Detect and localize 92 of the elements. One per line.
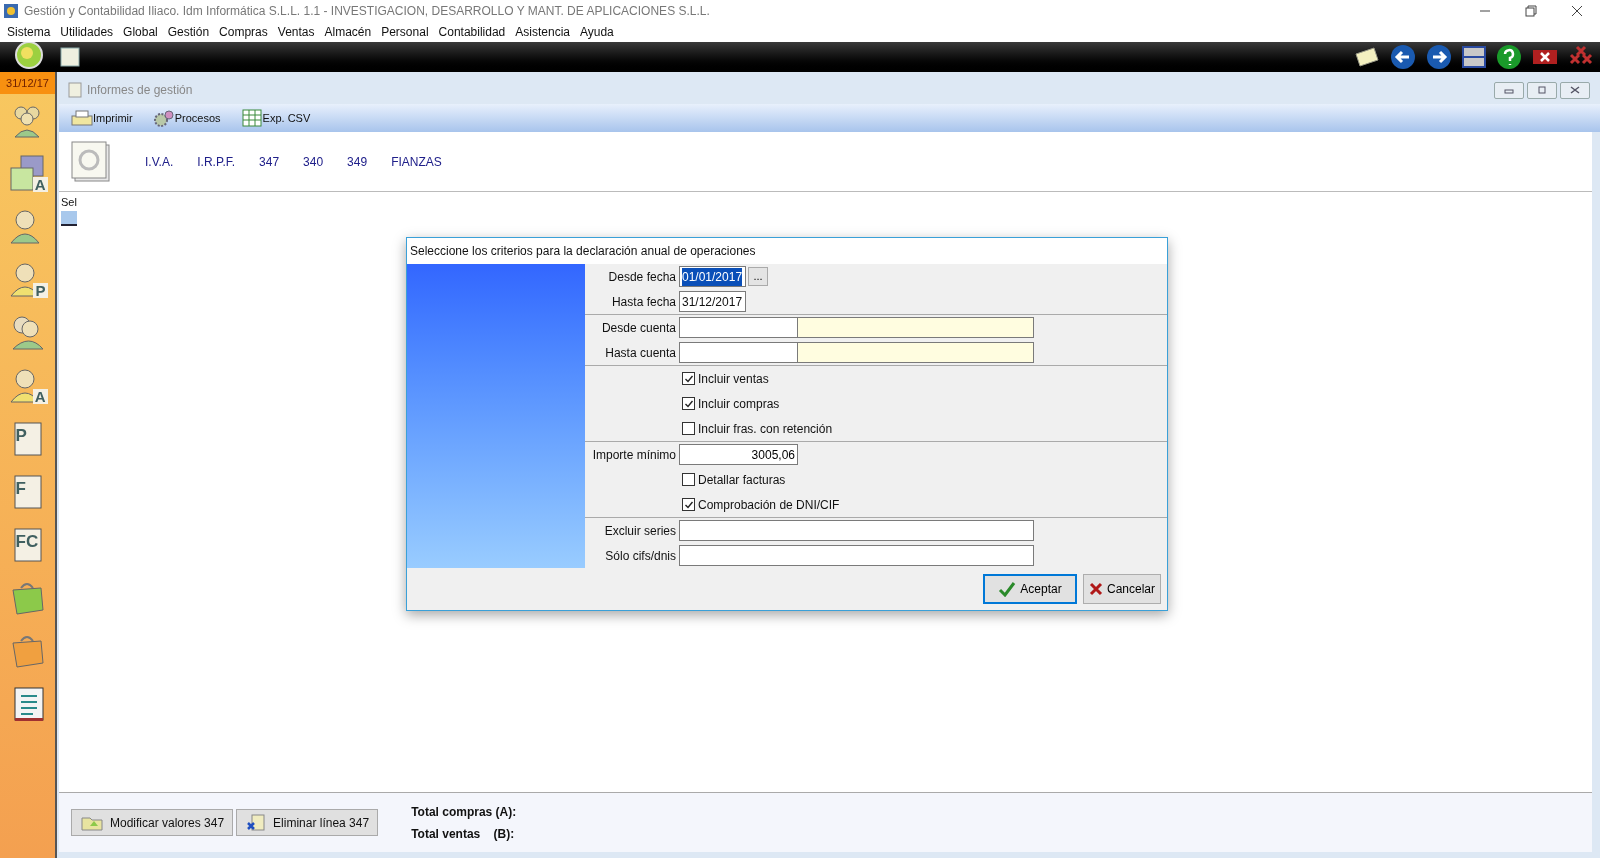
account-code-field[interactable] (679, 317, 798, 338)
printer-icon (71, 109, 93, 127)
spreadsheet-icon (240, 109, 263, 127)
field-label: Hasta cuenta (604, 344, 677, 362)
help-icon[interactable] (1496, 44, 1522, 70)
envelope-icon[interactable] (1354, 46, 1380, 68)
account-code-field[interactable] (679, 342, 798, 363)
checkbox-label: Incluir compras (698, 395, 780, 413)
menu-item[interactable]: Almacén (319, 23, 377, 41)
checkbox-label: Incluir ventas (698, 370, 769, 388)
menu-item[interactable]: Sistema (2, 23, 56, 41)
checkbox-label: Incluir fras. con retención (698, 420, 833, 438)
checkbox[interactable] (682, 397, 695, 410)
menu-item[interactable]: Utilidades (55, 23, 119, 41)
toolbar-button[interactable]: Procesos (152, 109, 221, 127)
delete-button[interactable]: Eliminar línea 347 (236, 809, 379, 836)
checkbox[interactable] (682, 372, 695, 385)
sidebar-item[interactable]: P (7, 259, 48, 299)
close-icon[interactable] (1571, 5, 1583, 17)
field-label: Excluir series (603, 522, 677, 540)
app-icon (3, 3, 19, 19)
split-view-icon[interactable] (1462, 45, 1486, 69)
date-picker-button[interactable]: ... (748, 267, 768, 286)
restore-icon[interactable] (1525, 5, 1537, 17)
account-name-field[interactable] (798, 317, 1034, 338)
field-label: Desde fecha (607, 268, 677, 286)
tab[interactable]: 347 (247, 152, 292, 171)
toolbar-button[interactable]: Imprimir (71, 109, 133, 127)
sidebar-item[interactable]: A (7, 153, 48, 193)
menu-item[interactable]: Compras (214, 23, 273, 41)
minimize-icon (1504, 86, 1514, 94)
checkbox-label: Detallar facturas (698, 471, 786, 489)
close-icon (1570, 86, 1580, 94)
checkmark-icon (998, 581, 1017, 597)
cancel-button[interactable]: Cancelar (1083, 574, 1161, 604)
field-label: Sólo cifs/dnis (604, 547, 677, 565)
icon-letter: P (33, 283, 48, 298)
tab[interactable]: 340 (291, 152, 336, 171)
accept-button[interactable]: Aceptar (983, 574, 1077, 604)
total-label: Total compras (A): (411, 803, 517, 821)
checkmark-icon (683, 398, 694, 409)
modify-button[interactable]: Modificar valores 347 (71, 809, 234, 836)
menu-item[interactable]: Ventas (272, 23, 320, 41)
checkmark-icon (683, 499, 694, 510)
sidebar-item[interactable]: A (7, 365, 48, 405)
restore-icon (1537, 86, 1547, 94)
sidebar-item[interactable]: F (7, 471, 48, 511)
menu-item[interactable]: Gestión (162, 23, 215, 41)
date-label: 31/12/17 (0, 72, 55, 94)
tab[interactable]: I.R.P.F. (185, 152, 248, 171)
menu-item[interactable]: Personal (376, 23, 434, 41)
boxes-icon (8, 154, 47, 192)
field-label: Desde cuenta (600, 319, 677, 337)
tab[interactable]: I.V.A. (133, 152, 186, 171)
menu-item[interactable]: Contabilidad (433, 23, 511, 41)
tab[interactable]: FIANZAS (379, 152, 454, 171)
sidebar-item[interactable]: P (7, 418, 48, 458)
document-icon[interactable] (58, 45, 82, 69)
close-icon[interactable] (1532, 47, 1558, 67)
text-field[interactable] (679, 520, 1034, 541)
amount-field[interactable]: 3005,06 (679, 444, 798, 465)
delete-icon (245, 812, 268, 833)
window-title: Gestión y Contabilidad Iliaco. Idm Informática S.L.L. 1.1 - INVESTIGACION, DESARROLLO Y MANT. DE APLICACIONES S.L.L. (24, 3, 710, 20)
field-value: 3005,06 (751, 446, 795, 464)
checkbox-label: Comprobación de DNI/CIF (698, 496, 840, 514)
text-field[interactable] (679, 545, 1034, 566)
menu-item[interactable]: Global (118, 23, 163, 41)
icon-letter: F (15, 480, 26, 497)
icon-letter: FC (15, 533, 39, 550)
report-icon (67, 82, 83, 98)
gears-icon (152, 109, 175, 127)
checkmark-icon (683, 373, 694, 384)
field-label: Hasta fecha (610, 293, 677, 311)
menu-item[interactable]: Asistencia (510, 23, 575, 41)
icon-letter: A (32, 389, 48, 404)
toolbar-button[interactable]: Exp. CSV (240, 109, 311, 127)
account-name-field[interactable] (798, 342, 1034, 363)
total-label: Total ventas (B): (411, 825, 516, 843)
selection-cell (61, 210, 77, 226)
column-header: Sel (61, 195, 78, 210)
icon-letter: P (15, 427, 27, 444)
checkbox[interactable] (682, 422, 695, 435)
close-button[interactable] (1560, 81, 1590, 99)
sidebar-item[interactable]: FC (7, 524, 48, 564)
field-label: Importe mínimo (591, 446, 677, 464)
menu-item[interactable]: Ayuda (575, 23, 619, 41)
tab[interactable]: 349 (335, 152, 380, 171)
checkbox[interactable] (682, 498, 695, 511)
close-icon (1089, 582, 1103, 596)
checkbox[interactable] (682, 473, 695, 486)
dialog-title: Seleccione los criterios para la declaración anual de operaciones (410, 243, 756, 260)
window-title: Informes de gestión (87, 82, 193, 99)
